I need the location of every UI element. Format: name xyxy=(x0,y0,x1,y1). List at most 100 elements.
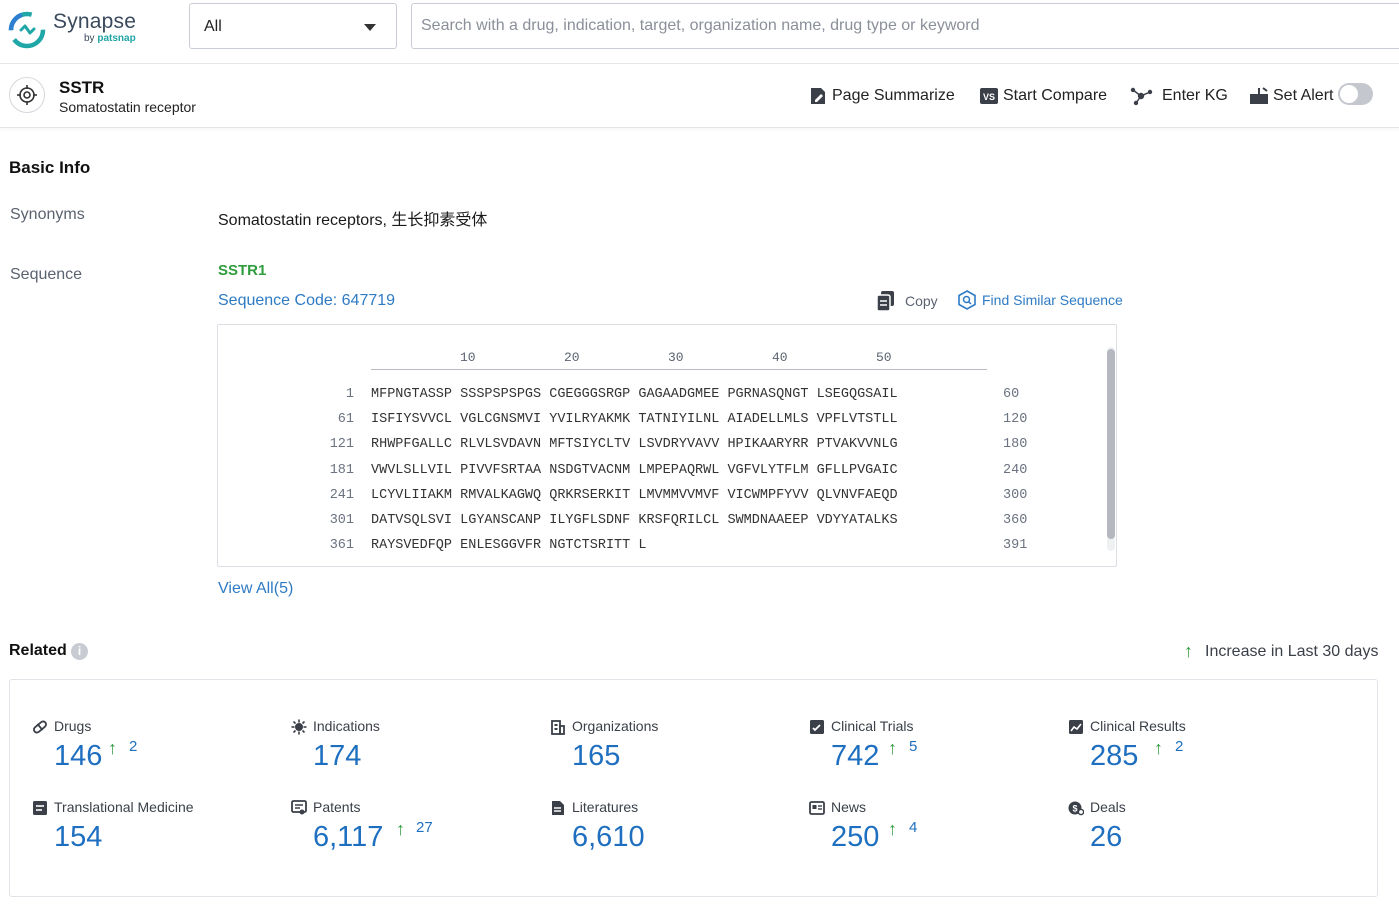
page-subtitle: Somatostatin receptor xyxy=(59,99,196,115)
stat-increase: 5 xyxy=(909,738,917,755)
line-end-number: 300 xyxy=(1003,488,1027,503)
line-start-number: 241 xyxy=(218,488,354,503)
copy-label: Copy xyxy=(905,293,938,309)
ruler-tick: 30 xyxy=(668,350,684,365)
stat-news[interactable]: News 250 ↑ 4 xyxy=(809,799,1059,869)
stat-drugs[interactable]: Drugs 146 ↑ 2 xyxy=(32,718,282,788)
sequence-name: SSTR1 xyxy=(218,262,266,279)
increase-legend-label: Increase in Last 30 days xyxy=(1205,643,1378,661)
stat-clinical-results[interactable]: Clinical Results 285 ↑ 2 xyxy=(1068,718,1318,788)
increase-legend: ↑ Increase in Last 30 days xyxy=(1184,641,1378,662)
stat-label: Translational Medicine xyxy=(54,799,194,815)
stat-literatures[interactable]: Literatures 6,610 xyxy=(550,799,800,869)
sequence-residues: LCYVLIIAKM RMVALKAGWQ QRKRSERKIT LMVMMVV… xyxy=(371,488,898,503)
stat-value: 285 xyxy=(1090,740,1138,773)
copy-button[interactable]: Copy xyxy=(876,290,938,312)
sequence-code-link[interactable]: Sequence Code: 647719 xyxy=(218,292,395,310)
sequence-residues: DATVSQLSVI LGYANSCANP ILYGFLSDNF KRSFQRI… xyxy=(371,513,898,528)
sequence-residues: RAYSVEDFQP ENLESGGVFR NGTCTSRITT L xyxy=(371,538,646,553)
page-summarize-button[interactable]: Page Summarize xyxy=(808,84,955,108)
line-end-number: 240 xyxy=(1003,463,1027,478)
report-icon xyxy=(32,800,48,816)
search-scope-select[interactable]: All xyxy=(189,3,397,49)
basic-info-title: Basic Info xyxy=(9,158,90,178)
stat-increase: 2 xyxy=(129,738,137,755)
stat-value: 154 xyxy=(54,821,102,854)
line-start-number: 181 xyxy=(218,463,354,478)
stat-patents[interactable]: Patents 6,117 ↑ 27 xyxy=(291,799,541,869)
alert-icon xyxy=(1249,86,1269,106)
line-start-number: 361 xyxy=(218,538,354,553)
clipboard-icon xyxy=(809,719,825,735)
info-icon[interactable]: i xyxy=(71,643,88,660)
line-start-number: 61 xyxy=(218,412,354,427)
stat-clinical-trials[interactable]: Clinical Trials 742 ↑ 5 xyxy=(809,718,1059,788)
stat-deals[interactable]: $ Deals 26 xyxy=(1068,799,1318,869)
stat-organizations[interactable]: Organizations 165 xyxy=(550,718,800,788)
summarize-icon xyxy=(808,86,828,106)
stat-translational-medicine[interactable]: Translational Medicine 154 xyxy=(32,799,282,869)
target-header: SSTR Somatostatin receptor Page Summariz… xyxy=(0,64,1399,128)
virus-icon xyxy=(291,719,307,735)
sequence-scrollbar[interactable] xyxy=(1107,347,1115,551)
sequence-ruler xyxy=(371,369,987,370)
sequence-line: 1MFPNGTASSP SSSPSPSPGS CGEGGGSRGP GAGAAD… xyxy=(218,387,1098,412)
stat-value: 26 xyxy=(1090,821,1122,854)
stat-label: Patents xyxy=(313,799,360,815)
up-arrow-icon: ↑ xyxy=(1184,641,1193,662)
synapse-logo-icon xyxy=(8,11,46,49)
sequence-line: 121RHWPFGALLC RLVLSVDAVN MFTSIYCLTV LSVD… xyxy=(218,437,1098,462)
start-compare-button[interactable]: VS Start Compare xyxy=(979,84,1107,108)
find-similar-label: Find Similar Sequence xyxy=(982,292,1123,308)
stat-label: Clinical Results xyxy=(1090,718,1186,734)
chart-doc-icon xyxy=(1068,719,1084,735)
crosshair-icon xyxy=(17,85,37,105)
set-alert-button[interactable]: Set Alert xyxy=(1249,84,1333,108)
page-summarize-label: Page Summarize xyxy=(832,87,955,105)
line-start-number: 301 xyxy=(218,513,354,528)
sequence-line: 241 LCYVLIIAKM RMVALKAGWQ QRKRSERKIT LMVM… xyxy=(218,488,1098,513)
scrollbar-thumb[interactable] xyxy=(1107,349,1115,539)
line-end-number: 360 xyxy=(1003,513,1027,528)
literature-icon xyxy=(550,800,566,816)
sequence-line: 181 VWVLSLLVIL PIVVFSRTAA NSDGTVACNM LMPE… xyxy=(218,463,1098,488)
line-end-number: 120 xyxy=(1003,412,1027,427)
set-alert-toggle[interactable] xyxy=(1338,83,1373,105)
increase-arrow-icon: ↑ xyxy=(108,738,117,759)
increase-arrow-icon: ↑ xyxy=(888,819,897,840)
increase-arrow-icon: ↑ xyxy=(1154,738,1163,759)
search-scope-value: All xyxy=(204,18,222,36)
caret-down-icon xyxy=(364,24,376,31)
copy-icon xyxy=(876,290,896,312)
patent-icon xyxy=(291,800,307,816)
top-bar: Synapse by patsnap All xyxy=(0,0,1399,64)
stat-indications[interactable]: Indications 174 xyxy=(291,718,541,788)
sequence-line: 61ISFIYSVVCL VGLCGNSMVI YVILRYAKMK TATNI… xyxy=(218,412,1098,437)
view-all-sequences-link[interactable]: View All(5) xyxy=(218,580,293,598)
sequence-residues: VWVLSLLVIL PIVVFSRTAA NSDGTVACNM LMPEPAQ… xyxy=(371,463,898,478)
sequence-viewer[interactable]: 10 20 30 40 50 1MFPNGTASSP SSSPSPSPGS CG… xyxy=(217,324,1117,567)
stat-label: Literatures xyxy=(572,799,638,815)
page-title: SSTR xyxy=(59,78,104,98)
related-stats-panel: Drugs 146 ↑ 2 Indications 174 Organizati… xyxy=(9,679,1378,897)
svg-text:$: $ xyxy=(1072,804,1077,814)
stat-label: News xyxy=(831,799,866,815)
synonyms-value: Somatostatin receptors, 生长抑素受体 xyxy=(218,206,487,230)
synonyms-label: Synonyms xyxy=(10,206,85,224)
related-title: Related xyxy=(9,642,67,660)
target-icon xyxy=(9,77,45,113)
ruler-tick: 20 xyxy=(564,350,580,365)
news-icon xyxy=(809,800,825,816)
stat-value: 146 xyxy=(54,740,102,773)
set-alert-label: Set Alert xyxy=(1273,87,1333,105)
stat-label: Clinical Trials xyxy=(831,718,913,734)
logo-name: Synapse xyxy=(53,10,136,34)
sequence-line: 361 RAYSVEDFQP ENLESGGVFR NGTCTSRITT L 391 xyxy=(218,538,1098,563)
search-input[interactable] xyxy=(411,3,1399,49)
line-end-number: 391 xyxy=(1003,538,1027,553)
line-start-number: 121 xyxy=(218,437,354,452)
find-similar-sequence-button[interactable]: Find Similar Sequence xyxy=(957,290,1123,310)
synapse-logo[interactable]: Synapse by patsnap xyxy=(8,8,148,50)
increase-arrow-icon: ↑ xyxy=(396,819,405,840)
enter-kg-button[interactable]: Enter KG xyxy=(1130,84,1228,108)
